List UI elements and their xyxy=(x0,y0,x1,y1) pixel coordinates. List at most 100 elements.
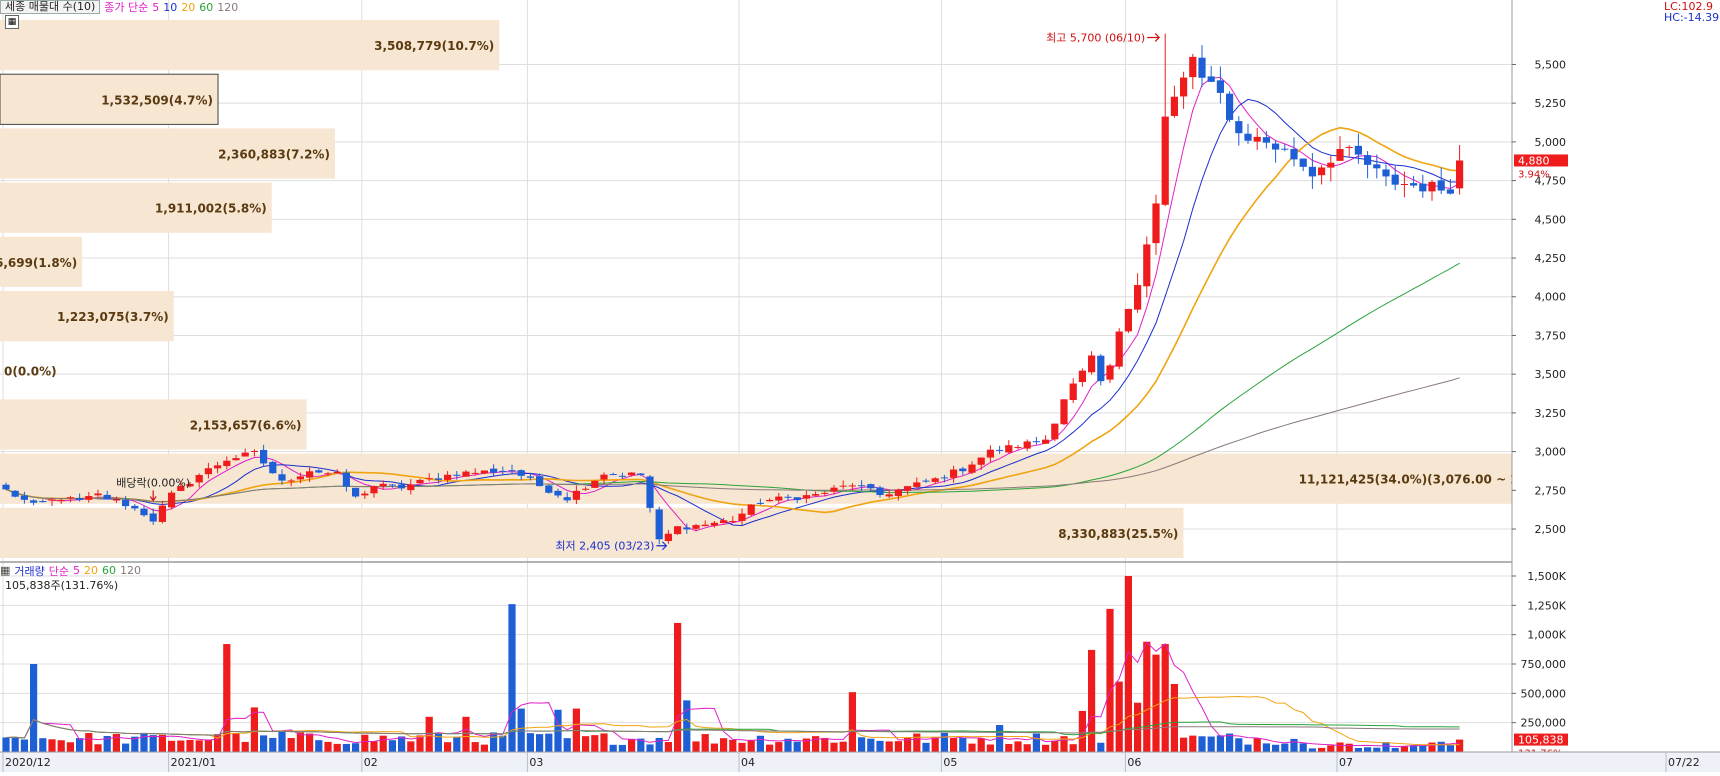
volume-bar xyxy=(2,737,10,752)
price-tick-label: 3,500 xyxy=(1535,368,1567,381)
candle-body xyxy=(508,470,516,472)
volume-bar xyxy=(931,737,939,752)
volume-bar xyxy=(315,740,323,752)
candle-body xyxy=(1032,441,1040,443)
candle-body xyxy=(931,478,939,482)
volume-bar xyxy=(204,739,212,752)
candle-body xyxy=(416,479,424,484)
candle-body xyxy=(848,485,856,487)
candle-body xyxy=(1244,133,1252,141)
volume-bar xyxy=(1180,737,1188,752)
volume-tick-label: 500,000 xyxy=(1521,687,1567,700)
candle-body xyxy=(1318,167,1326,176)
volume-current-label: 105,838주(131.76%) xyxy=(5,579,119,592)
candle-body xyxy=(76,497,84,500)
volume-bar xyxy=(867,738,875,752)
candle-body xyxy=(462,471,470,477)
volume-ma-120-label: 120 xyxy=(120,564,142,577)
candle-body xyxy=(342,472,350,487)
low-price-label: 최저 2,405 (03/23) xyxy=(555,540,654,553)
candle-body xyxy=(1446,189,1454,194)
volume-bar xyxy=(968,743,976,752)
volume-bar xyxy=(1078,710,1086,752)
volume-bar xyxy=(1152,654,1160,752)
candle-body xyxy=(1023,441,1031,449)
volume-bar xyxy=(361,734,369,752)
volume-bar xyxy=(839,741,847,752)
volume-bar xyxy=(1299,743,1307,752)
price-axis-panel xyxy=(1512,0,1720,772)
candle-body xyxy=(48,499,56,501)
candle-body xyxy=(775,496,783,501)
candle-body xyxy=(30,500,38,503)
candle-body xyxy=(692,525,700,529)
candle-body xyxy=(370,486,378,494)
volume-bar xyxy=(471,742,479,752)
volume-bar xyxy=(655,737,663,752)
grid-table-icon[interactable]: ▦ xyxy=(5,15,19,29)
candle-body xyxy=(986,449,994,458)
volume-bar xyxy=(1069,744,1077,752)
volume-bar xyxy=(85,733,93,752)
volume-bar xyxy=(959,737,967,752)
volume-bar xyxy=(940,732,948,752)
candle-body xyxy=(526,476,534,478)
candle-body xyxy=(1051,423,1059,440)
candle-body xyxy=(1143,244,1151,287)
candle-body xyxy=(894,489,902,496)
stock-chart-canvas[interactable]: 3,508,779(10.7%) 1,532,509(4.7%) 2,360,883… xyxy=(0,0,1720,772)
ma-10-label: 10 xyxy=(163,0,178,14)
candle-body xyxy=(618,475,626,477)
volume-bar xyxy=(140,732,148,752)
volume-bar xyxy=(1032,733,1040,752)
volume-bar xyxy=(333,743,341,752)
volume-bar xyxy=(1391,747,1399,752)
time-tick-label: 07 xyxy=(1339,756,1353,769)
candle-body xyxy=(1014,447,1022,449)
candle-body xyxy=(784,496,792,498)
volume-bar xyxy=(1235,738,1243,752)
volume-bar xyxy=(1382,742,1390,752)
candle-body xyxy=(968,464,976,473)
candle-body xyxy=(1170,96,1178,116)
volume-bar xyxy=(591,735,599,752)
volume-bar xyxy=(407,741,415,752)
candle-body xyxy=(1299,158,1307,167)
candle-body xyxy=(232,458,240,461)
candle-body xyxy=(563,497,571,501)
volume-bar xyxy=(683,700,691,752)
candle-body xyxy=(609,474,617,476)
volume-bar xyxy=(269,737,277,752)
volume-bar xyxy=(1456,739,1464,752)
volume-bar xyxy=(1115,681,1123,752)
price-tick-label: 4,500 xyxy=(1535,213,1567,226)
volume-bar xyxy=(66,742,74,752)
candle-body xyxy=(756,502,764,504)
candle-body xyxy=(278,474,286,481)
candle-body xyxy=(922,480,930,482)
volume-bar xyxy=(499,735,507,752)
time-tick-label: 06 xyxy=(1127,756,1141,769)
candle-body xyxy=(1437,180,1445,191)
candle-body xyxy=(1134,285,1142,310)
time-tick-label: 07/22 xyxy=(1668,756,1700,769)
volume-profile-label: 3,508,779(10.7%) xyxy=(374,39,494,53)
candle-body xyxy=(959,468,967,472)
volume-bar xyxy=(57,740,65,752)
candle-body xyxy=(545,485,553,493)
volume-bar xyxy=(122,743,130,752)
volume-bar xyxy=(306,733,314,752)
volume-bar xyxy=(342,743,350,752)
price-tick-label: 3,250 xyxy=(1535,407,1567,420)
candle-body xyxy=(858,485,866,487)
volume-bar xyxy=(664,741,672,752)
volume-bar xyxy=(1262,743,1270,752)
volume-bar xyxy=(195,740,203,752)
volume-ma-20-label: 20 xyxy=(84,564,99,577)
candle-body xyxy=(812,494,820,496)
candle-body xyxy=(977,457,985,465)
volume-bar xyxy=(710,743,718,752)
indicator-title[interactable]: 세종 매물대 수(10) xyxy=(0,0,101,14)
volume-bar xyxy=(1428,742,1436,752)
candle-body xyxy=(802,495,810,499)
